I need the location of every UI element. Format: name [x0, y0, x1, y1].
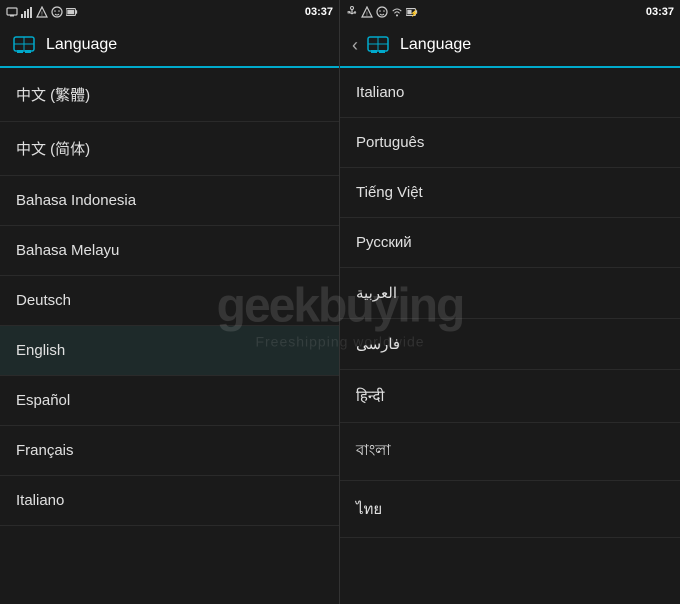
- back-arrow-icon[interactable]: ‹: [352, 35, 358, 56]
- left-language-item-en[interactable]: English: [0, 326, 339, 376]
- left-language-item-fr[interactable]: Français: [0, 426, 339, 476]
- svg-text:⚡: ⚡: [410, 8, 418, 17]
- language-icon-left: [13, 36, 35, 54]
- left-language-item-id[interactable]: Bahasa Indonesia: [0, 176, 339, 226]
- left-header-icon: [12, 36, 36, 54]
- right-time: 03:37: [646, 6, 674, 18]
- left-language-item-zh-cn[interactable]: 中文 (简体): [0, 122, 339, 176]
- right-language-item-it[interactable]: Italiano: [340, 68, 680, 118]
- battery-left: [66, 6, 78, 18]
- right-language-item-fa[interactable]: فارسی: [340, 319, 680, 370]
- left-language-list[interactable]: 中文 (繁體)中文 (简体)Bahasa IndonesiaBahasa Mel…: [0, 68, 339, 604]
- left-panel-header: Language: [0, 24, 339, 68]
- left-panel: Language 中文 (繁體)中文 (简体)Bahasa IndonesiaB…: [0, 24, 340, 604]
- right-panel-header: ‹ Language: [340, 24, 680, 68]
- left-status-icons: !: [6, 6, 78, 18]
- right-header-icon: [366, 36, 390, 54]
- warning-icon-right: !: [361, 6, 373, 18]
- status-bar: ! 03:37 !: [0, 0, 680, 24]
- right-language-item-hi[interactable]: हिन्दी: [340, 370, 680, 423]
- left-time: 03:37: [305, 6, 333, 18]
- language-icon-right: [367, 36, 389, 54]
- right-language-item-bn[interactable]: বাংলা: [340, 423, 680, 481]
- left-language-item-de[interactable]: Deutsch: [0, 276, 339, 326]
- right-language-item-pt[interactable]: Português: [340, 118, 680, 168]
- left-language-item-es[interactable]: Español: [0, 376, 339, 426]
- right-panel-title: Language: [400, 36, 471, 54]
- right-language-item-th[interactable]: ไทย: [340, 481, 680, 538]
- status-bar-left: ! 03:37: [0, 0, 340, 24]
- left-panel-title: Language: [46, 36, 117, 54]
- left-language-item-ms[interactable]: Bahasa Melayu: [0, 226, 339, 276]
- right-language-item-ar[interactable]: العربية: [340, 268, 680, 319]
- main-content: geekbuying Freeshipping worldwide Langua…: [0, 24, 680, 604]
- warning-icon-left: !: [36, 6, 48, 18]
- left-language-item-it[interactable]: Italiano: [0, 476, 339, 526]
- status-bar-right: ! ⚡ 03:37: [340, 0, 680, 24]
- right-language-list[interactable]: ItalianoPortuguêsTiếng ViệtРусскийالعربي…: [340, 68, 680, 604]
- right-panel: ‹ Language ItalianoPortuguêsTiếng ViệtРу…: [340, 24, 680, 604]
- signal-icon-left: [21, 6, 33, 18]
- face-icon-left: [51, 6, 63, 18]
- right-language-item-ru[interactable]: Русский: [340, 218, 680, 268]
- battery-charging-icon: ⚡: [406, 6, 418, 18]
- device-icon: [6, 6, 18, 18]
- face-icon-right: [376, 6, 388, 18]
- right-language-item-vi[interactable]: Tiếng Việt: [340, 168, 680, 218]
- usb-status-icon: [346, 6, 358, 18]
- right-status-icons: ! ⚡: [346, 6, 418, 18]
- wifi-icon: [391, 6, 403, 18]
- left-language-item-zh-tw[interactable]: 中文 (繁體): [0, 68, 339, 122]
